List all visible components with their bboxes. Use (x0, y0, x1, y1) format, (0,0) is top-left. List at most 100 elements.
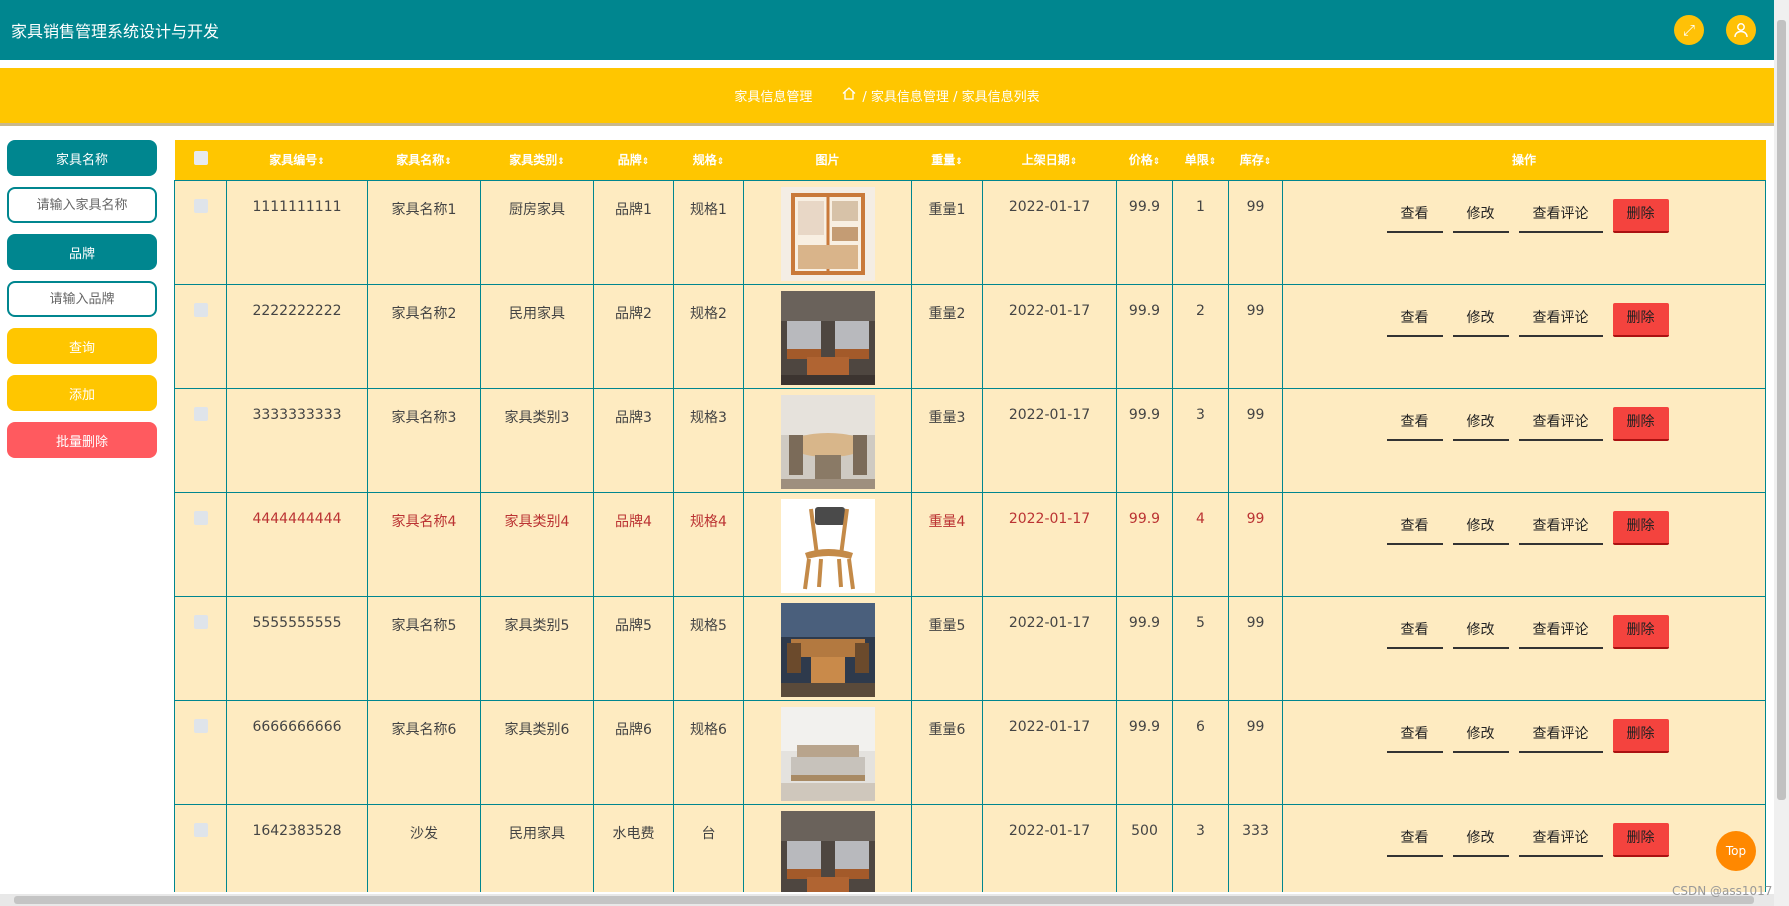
header-col-name[interactable]: 家具名称⇕ (367, 140, 481, 181)
view-button[interactable]: 查看 (1386, 198, 1443, 233)
header-col-date[interactable]: 上架日期⇕ (982, 140, 1117, 181)
delete-button[interactable]: 删除 (1612, 198, 1669, 233)
batch-delete-button[interactable]: 批量删除 (7, 422, 157, 458)
furniture-thumbnail[interactable] (780, 498, 875, 593)
sort-icon[interactable]: ⇕ (557, 157, 565, 167)
header-col-brand[interactable]: 品牌⇕ (593, 140, 674, 181)
cell-brand: 品牌5 (593, 595, 674, 701)
cell-price: 99.9 (1116, 595, 1173, 701)
view-button[interactable]: 查看 (1386, 302, 1443, 337)
row-checkbox[interactable] (193, 198, 208, 213)
table-row: 1111111111 家具名称1 厨房家具 品牌1 规格1 重量1 2022-01-17 99… (174, 179, 1766, 285)
header-col-limit[interactable]: 单限⇕ (1172, 140, 1229, 181)
edit-button[interactable]: 修改 (1452, 198, 1509, 233)
horizontal-scroll-thumb[interactable] (14, 896, 1754, 904)
sort-icon[interactable]: ⇕ (444, 157, 452, 167)
header-col-spec[interactable]: 规格⇕ (673, 140, 744, 181)
cell-stock: 99 (1228, 699, 1283, 805)
comments-button[interactable]: 查看评论 (1518, 822, 1603, 857)
header-label: 单限 (1184, 153, 1209, 168)
select-all-checkbox[interactable] (193, 151, 208, 166)
header-col-price[interactable]: 价格⇕ (1116, 140, 1173, 181)
comments-button[interactable]: 查看评论 (1518, 198, 1603, 233)
comments-button[interactable]: 查看评论 (1518, 406, 1603, 441)
row-checkbox[interactable] (193, 302, 208, 317)
cell-weight: 重量3 (911, 387, 983, 493)
back-to-top-button[interactable]: Top (1716, 831, 1756, 871)
cell-weight: 重量1 (911, 179, 983, 285)
cell-date: 2022-01-17 (982, 283, 1117, 389)
view-button[interactable]: 查看 (1386, 406, 1443, 441)
header-label: 上架日期 (1021, 153, 1070, 168)
row-checkbox[interactable] (193, 510, 208, 525)
query-button[interactable]: 查询 (7, 328, 157, 364)
comments-button[interactable]: 查看评论 (1518, 614, 1603, 649)
edit-button[interactable]: 修改 (1452, 614, 1509, 649)
delete-button[interactable]: 删除 (1612, 718, 1669, 753)
horizontal-scrollbar[interactable] (0, 894, 1774, 906)
sort-icon[interactable]: ⇕ (317, 157, 325, 167)
header-col-id[interactable]: 家具编号⇕ (226, 140, 368, 181)
header-col-stock[interactable]: 库存⇕ (1228, 140, 1283, 181)
cell-id-value: 6666666666 (252, 718, 342, 735)
cell-category: 家具类别3 (480, 387, 594, 493)
furniture-thumbnail[interactable] (780, 394, 875, 489)
delete-button[interactable]: 删除 (1612, 614, 1669, 649)
fullscreen-icon[interactable]: ⤢ (1674, 15, 1704, 45)
delete-button[interactable]: 删除 (1612, 406, 1669, 441)
furniture-thumbnail[interactable] (780, 186, 875, 281)
cell-name-value: 家具名称3 (391, 409, 457, 426)
user-icon[interactable] (1726, 15, 1756, 45)
add-button[interactable]: 添加 (7, 375, 157, 411)
cell-actions: 查看 修改 查看评论 删除 (1282, 283, 1766, 389)
cell-id-value: 2222222222 (252, 302, 342, 319)
delete-button[interactable]: 删除 (1612, 302, 1669, 337)
cell-name-value: 家具名称5 (391, 617, 457, 634)
row-select-cell (174, 803, 227, 892)
delete-button[interactable]: 删除 (1612, 510, 1669, 545)
furniture-table: 家具编号⇕ 家具名称⇕ 家具类别⇕ 品牌⇕ 规格⇕ 图片 重量⇕ 上架日期⇕ 价格⇕ 单限⇕ 库存⇕… (174, 140, 1766, 892)
comments-button[interactable]: 查看评论 (1518, 718, 1603, 753)
comments-button[interactable]: 查看评论 (1518, 510, 1603, 545)
cell-date: 2022-01-17 (982, 595, 1117, 701)
cell-id-value: 1111111111 (252, 198, 342, 215)
comments-button[interactable]: 查看评论 (1518, 302, 1603, 337)
view-button[interactable]: 查看 (1386, 822, 1443, 857)
row-checkbox[interactable] (193, 614, 208, 629)
cell-stock: 99 (1228, 179, 1283, 285)
view-button[interactable]: 查看 (1386, 614, 1443, 649)
header-col-category[interactable]: 家具类别⇕ (480, 140, 594, 181)
view-button[interactable]: 查看 (1386, 718, 1443, 753)
edit-button[interactable]: 修改 (1452, 302, 1509, 337)
sort-icon[interactable]: ⇕ (955, 157, 963, 167)
edit-button[interactable]: 修改 (1452, 822, 1509, 857)
edit-button[interactable]: 修改 (1452, 510, 1509, 545)
vertical-scroll-thumb[interactable] (1777, 20, 1786, 800)
cell-limit-value: 5 (1196, 614, 1205, 631)
row-checkbox[interactable] (193, 822, 208, 837)
row-select-cell (174, 699, 227, 805)
home-icon[interactable] (842, 87, 856, 104)
view-button[interactable]: 查看 (1386, 510, 1443, 545)
furniture-thumbnail[interactable] (780, 290, 875, 385)
row-checkbox[interactable] (193, 406, 208, 421)
furniture-thumbnail[interactable] (780, 706, 875, 801)
edit-button[interactable]: 修改 (1452, 718, 1509, 753)
vertical-scrollbar[interactable] (1774, 0, 1789, 906)
table-row: 6666666666 家具名称6 家具类别6 品牌6 规格6 重量6 2022-01-17 9… (174, 699, 1766, 805)
sort-icon[interactable]: ⇕ (1153, 157, 1161, 167)
name-search-input[interactable] (7, 187, 157, 223)
sort-icon[interactable]: ⇕ (1070, 157, 1078, 167)
furniture-thumbnail[interactable] (780, 810, 875, 893)
cell-category: 家具类别5 (480, 595, 594, 701)
sort-icon[interactable]: ⇕ (1209, 157, 1217, 167)
sort-icon[interactable]: ⇕ (717, 157, 725, 167)
brand-search-input[interactable] (7, 281, 157, 317)
edit-button[interactable]: 修改 (1452, 406, 1509, 441)
sort-icon[interactable]: ⇕ (642, 157, 650, 167)
delete-button[interactable]: 删除 (1612, 822, 1669, 857)
sort-icon[interactable]: ⇕ (1264, 157, 1272, 167)
row-checkbox[interactable] (193, 718, 208, 733)
furniture-thumbnail[interactable] (780, 602, 875, 697)
header-col-weight[interactable]: 重量⇕ (911, 140, 983, 181)
